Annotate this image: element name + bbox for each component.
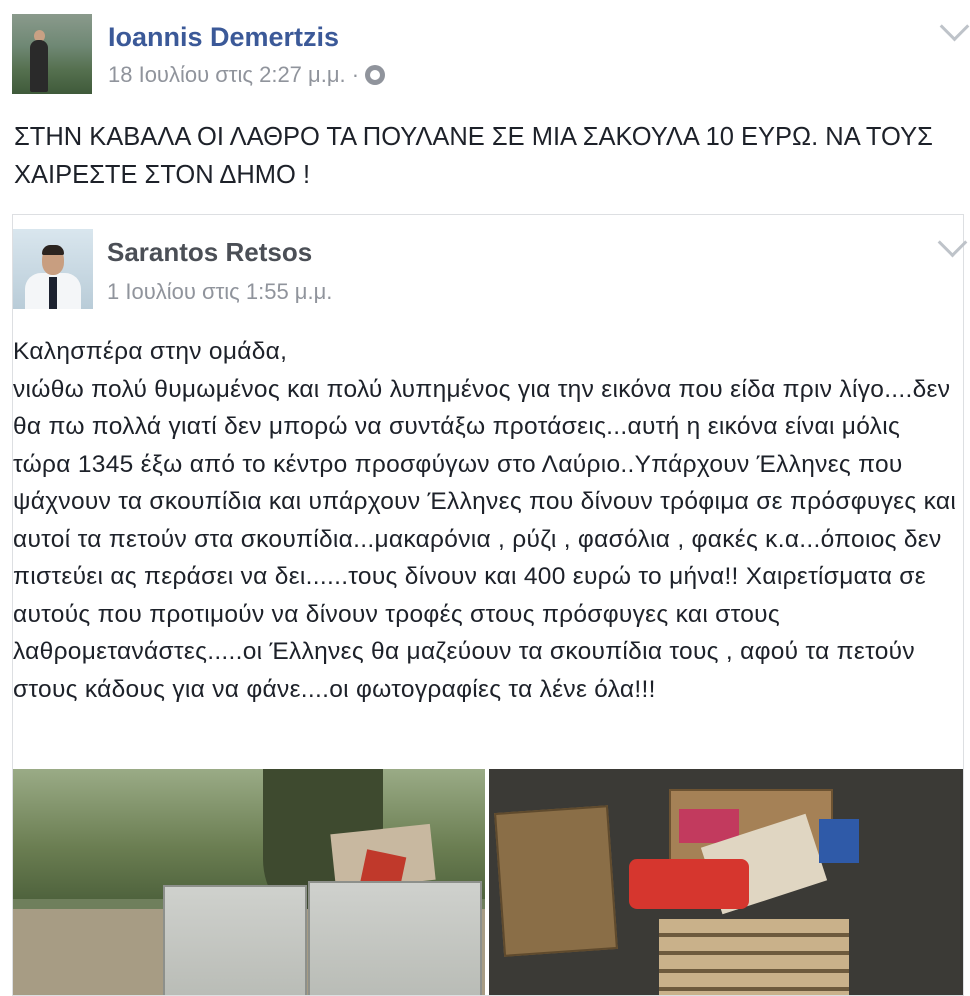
shared-greeting: Καλησπέρα στην ομάδα, — [13, 338, 288, 365]
post-meta: 18 Ιουλίου στις 2:27 μ.μ. · — [108, 62, 386, 88]
post-options-chevron-icon[interactable] — [939, 11, 970, 42]
shared-profile-photo[interactable] — [13, 229, 93, 309]
post-text: ΣΤΗΝ ΚΑΒΑΛΑ ΟΙ ΛΑΘΡΟ ΤΑ ΠΟΥΛΑΝΕ ΣΕ ΜΙΑ Σ… — [14, 123, 933, 189]
shared-post-card: Sarantos Retsos 1 Ιουλίου στις 1:55 μ.μ.… — [12, 214, 964, 996]
shared-photo-bins[interactable] — [13, 769, 485, 995]
post-timestamp[interactable]: 18 Ιουλίου στις 2:27 μ.μ. · — [108, 62, 359, 88]
shared-body: νιώθω πολύ θυμωμένος και πολύ λυπημένος … — [13, 375, 964, 703]
post-author-name[interactable]: Ioannis Demertzis — [108, 22, 339, 53]
shared-timestamp[interactable]: 1 Ιουλίου στις 1:55 μ.μ. — [107, 279, 332, 305]
shared-photo-food[interactable] — [489, 769, 963, 995]
globe-icon — [365, 65, 386, 85]
profile-photo[interactable] — [12, 14, 92, 94]
shared-author-name[interactable]: Sarantos Retsos — [107, 237, 312, 268]
shared-post-text: Καλησπέρα στην ομάδα, νιώθω πολύ θυμωμέν… — [13, 333, 958, 708]
